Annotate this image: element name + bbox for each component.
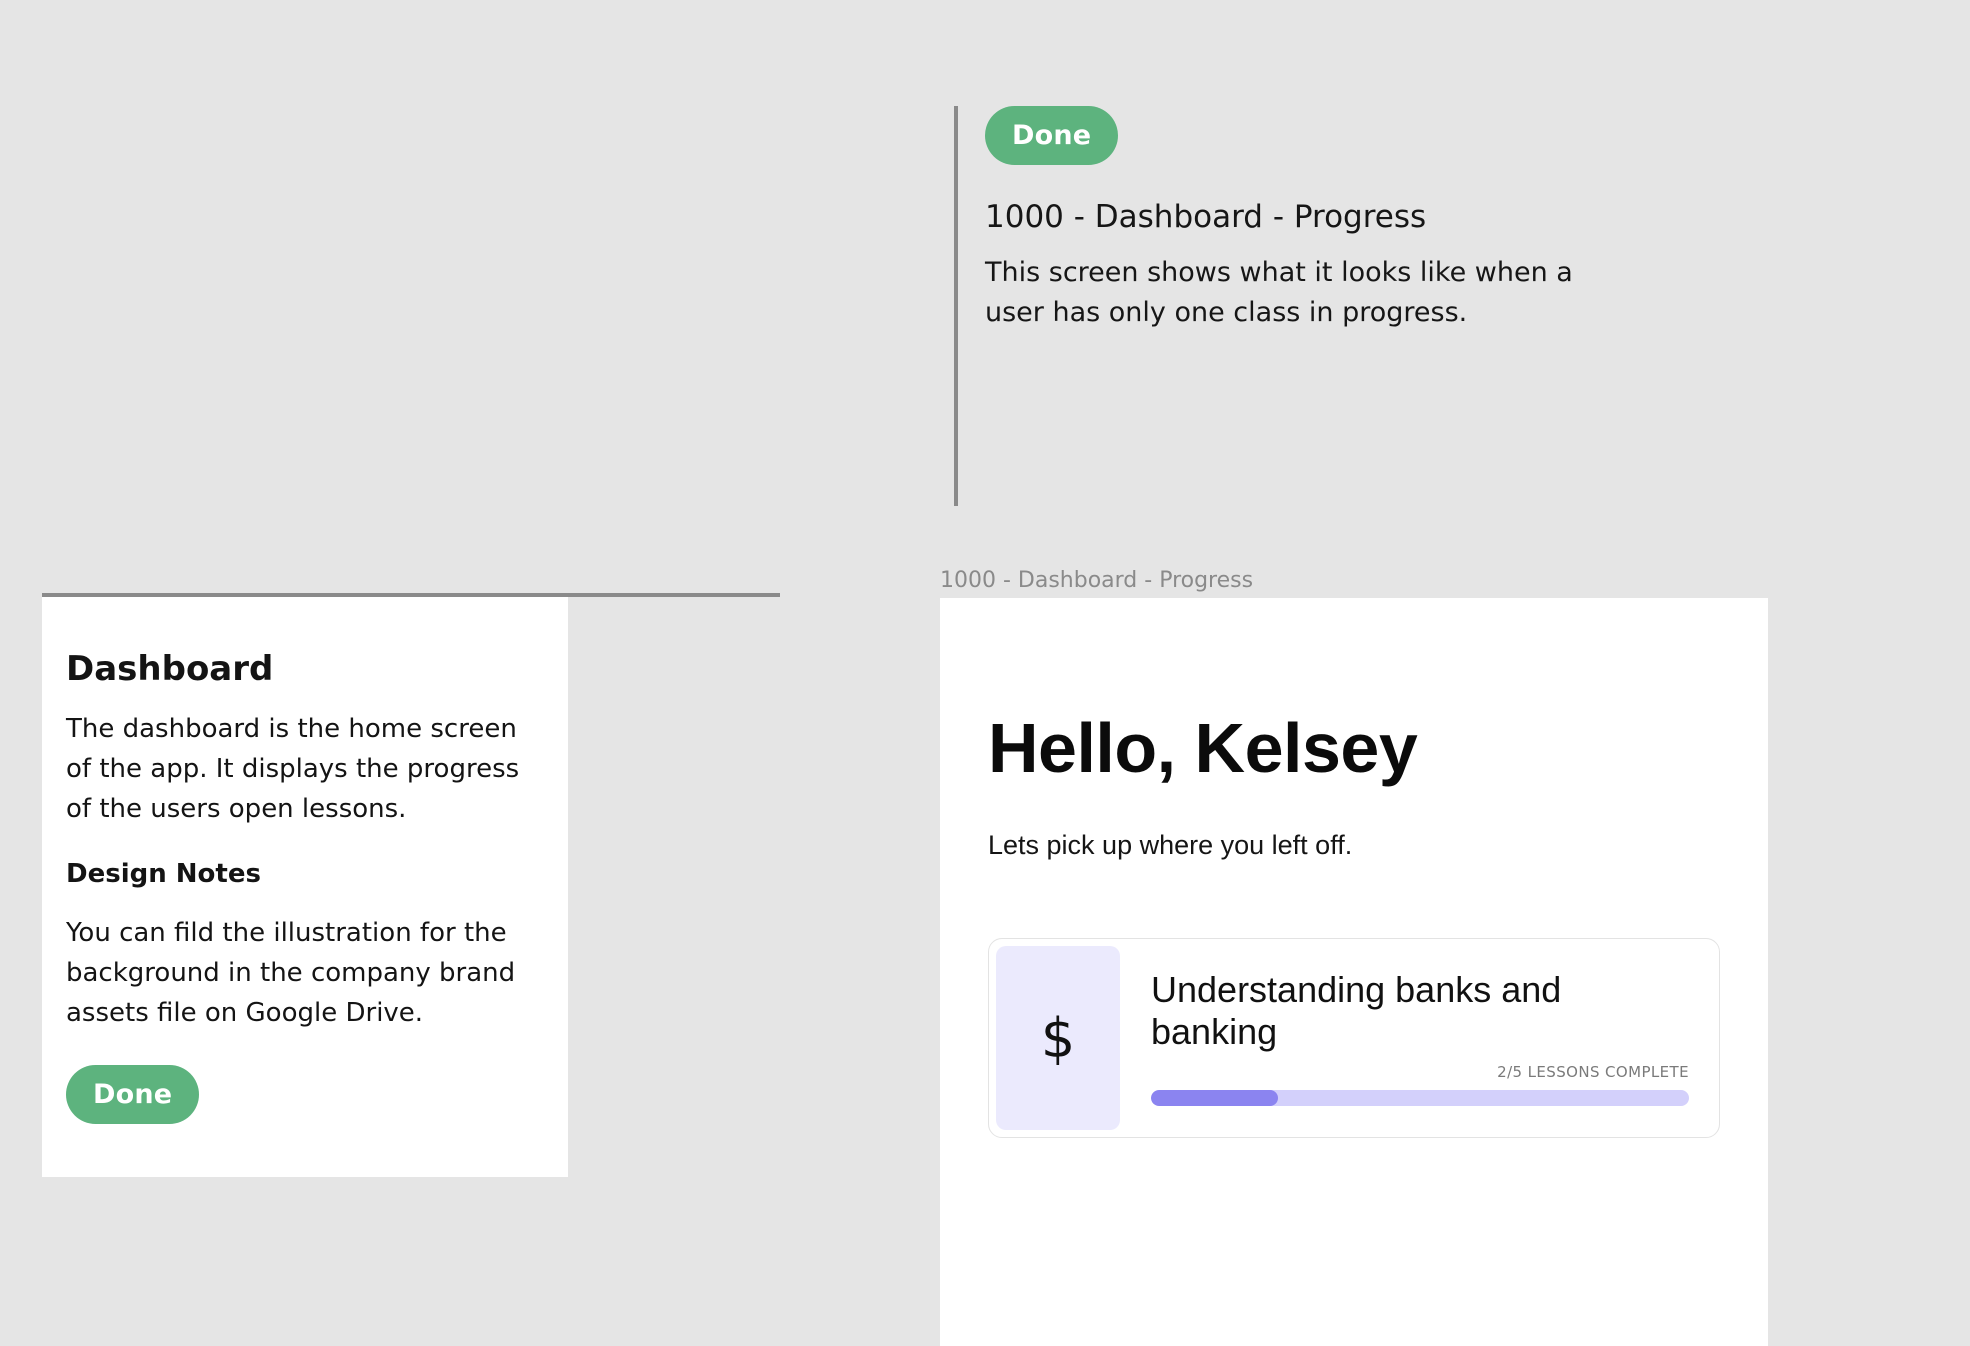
artboard-label[interactable]: 1000 - Dashboard - Progress [940, 568, 1253, 593]
course-card[interactable]: $ Understanding banks and banking 2/5 LE… [988, 938, 1720, 1138]
design-note-card: Dashboard The dashboard is the home scre… [42, 597, 568, 1177]
page-title: Hello, Kelsey [988, 709, 1418, 787]
artboard-dashboard: Hello, Kelsey Lets pick up where you lef… [940, 598, 1768, 1346]
note-body: The dashboard is the home screen of the … [66, 714, 520, 824]
status-badge-done[interactable]: Done [66, 1065, 200, 1124]
course-progress-label: 2/5 LESSONS COMPLETE [1497, 1063, 1689, 1081]
page-subtitle: Lets pick up where you left off. [988, 830, 1353, 860]
progress-bar [1151, 1090, 1689, 1106]
annotation-title: 1000 - Dashboard - Progress [985, 199, 1427, 235]
note-subheading: Design Notes [66, 859, 261, 889]
note-heading: Dashboard [66, 649, 274, 689]
course-thumbnail: $ [996, 946, 1120, 1130]
note-body-design: You can fild the illustration for the ba… [66, 918, 516, 1028]
annotation-top: Done 1000 - Dashboard - Progress This sc… [954, 106, 1614, 506]
dollar-icon: $ [1040, 1006, 1076, 1070]
annotation-description: This screen shows what it looks like whe… [985, 257, 1573, 328]
progress-bar-fill [1151, 1090, 1278, 1106]
course-title: Understanding banks and banking [1151, 969, 1562, 1052]
status-badge-done[interactable]: Done [985, 106, 1119, 165]
